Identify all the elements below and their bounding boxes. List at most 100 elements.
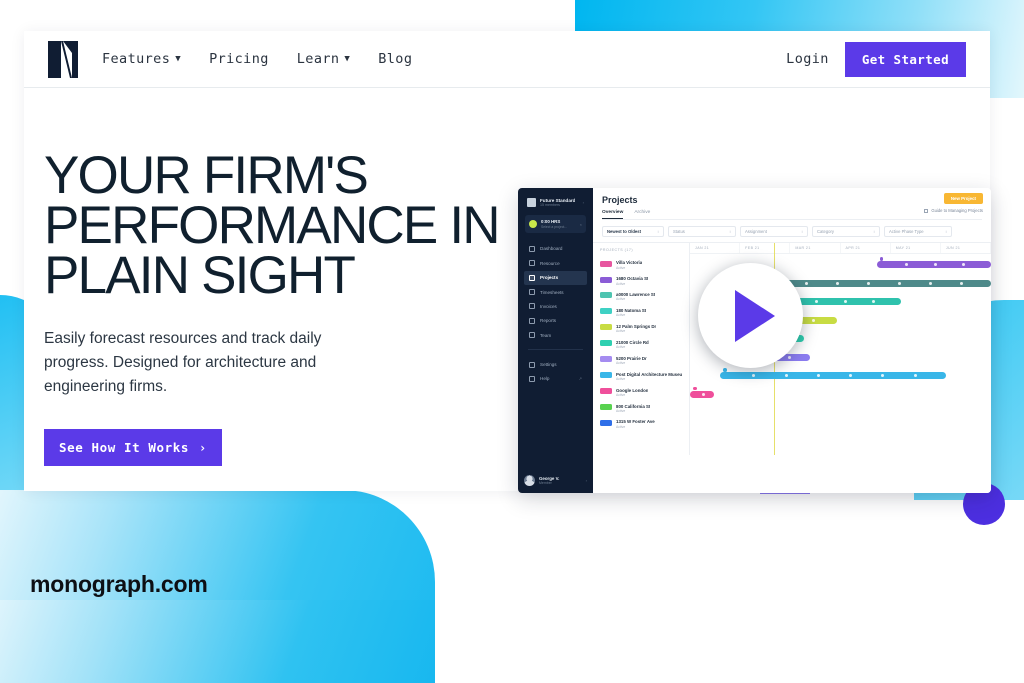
project-list-item[interactable]: 5200 Prairie Dr Active	[593, 353, 689, 369]
chevron-down-icon: ↕	[657, 229, 659, 234]
gantt-month-label: APR 21	[841, 243, 891, 253]
sidebar-item-projects[interactable]: Projects	[524, 270, 587, 285]
sidebar-item-help[interactable]: Help ↗	[524, 372, 587, 386]
project-color-swatch	[600, 324, 612, 331]
get-started-button[interactable]: Get Started	[844, 41, 966, 77]
bg-shape-bottom-fill	[0, 600, 435, 683]
timesheets-icon	[529, 289, 535, 296]
filter-assignment[interactable]: Assignment ↕	[740, 226, 808, 237]
sidebar-item-reports[interactable]: Reports	[524, 314, 587, 328]
book-icon	[924, 208, 929, 213]
sidebar-item-resource[interactable]: Resource	[524, 256, 587, 270]
gantt-bar[interactable]	[720, 372, 946, 379]
gantt-segment-dot	[788, 355, 792, 359]
project-list-item[interactable]: 1680 Octavia St Active	[593, 273, 689, 289]
sidebar-item-label: Invoices	[540, 303, 557, 309]
project-color-swatch	[600, 260, 612, 267]
project-color-swatch	[600, 276, 612, 283]
resource-icon	[529, 260, 535, 267]
filter-status[interactable]: Status ↕	[668, 226, 736, 237]
sidebar-item-label: Help	[540, 376, 550, 382]
gantt-milestone-dot	[693, 386, 697, 391]
chevron-right-icon: ›	[582, 200, 584, 206]
filter-sort-label: Newest to Oldest	[607, 229, 641, 234]
user-account-row[interactable]: George V. Member ›	[524, 475, 587, 486]
cta-label: See How It Works	[59, 440, 190, 456]
gantt-segment-dot	[849, 374, 853, 377]
sidebar-item-team[interactable]: Team	[524, 328, 587, 342]
project-list-item[interactable]: Post Digital Architecture Museum Active	[593, 369, 689, 385]
project-list-item[interactable]: 12 Palm Springs Dr Active	[593, 321, 689, 337]
team-icon	[529, 332, 535, 339]
gantt-segment-dot	[898, 281, 902, 285]
monograph-logo-icon[interactable]	[48, 40, 78, 78]
project-list-item[interactable]: a0000 Lawrence St Active	[593, 289, 689, 305]
gantt-month-label: MAR 21	[790, 243, 841, 253]
filter-active-phase-type[interactable]: Active Phase Type ↕	[884, 226, 952, 237]
timer-widget[interactable]: 0:00 HRS Select a project... ×	[525, 215, 586, 233]
project-color-swatch	[600, 419, 612, 426]
guide-link-label: Guide to Managing Projects	[931, 208, 983, 213]
project-list-item[interactable]: 1315 W Foster Ave Active	[593, 416, 689, 432]
gantt-segment-dot	[814, 300, 818, 303]
filter-sort[interactable]: Newest to Oldest ↕	[602, 226, 664, 237]
gantt-segment-dot	[843, 300, 847, 303]
project-list-item[interactable]: 180 Natoma St Active	[593, 305, 689, 321]
project-list-item[interactable]: 800 California St Active	[593, 400, 689, 416]
gantt-month-label: JUN 21	[941, 243, 991, 253]
nav-actions: Login Get Started	[786, 41, 966, 77]
user-role: Member	[539, 481, 552, 486]
project-color-swatch	[600, 308, 612, 315]
gantt-segment-dot	[811, 318, 815, 322]
sidebar-item-invoices[interactable]: Invoices	[524, 299, 587, 313]
play-video-button[interactable]	[698, 263, 803, 368]
projects-gantt-area: PROJECTS (17) Villa Victoria Active 1680 O…	[593, 242, 991, 455]
gantt-bar[interactable]	[774, 279, 991, 287]
nav-item-features[interactable]: Features ▼	[102, 51, 181, 67]
guide-link[interactable]: Guide to Managing Projects	[924, 208, 983, 213]
project-list-item[interactable]: Google London Active	[593, 385, 689, 401]
close-icon[interactable]: ×	[580, 222, 582, 227]
page-title: YOUR FIRM'S PERFORMANCE IN PLAIN SIGHT	[44, 146, 501, 305]
gantt-segment-dot	[752, 374, 756, 377]
timer-subtext: Select a project...	[541, 224, 568, 229]
new-project-button[interactable]: New Project	[943, 193, 983, 204]
gantt-bar[interactable]	[786, 298, 901, 305]
filter-category[interactable]: Category ↕	[812, 226, 880, 237]
project-list-item[interactable]: Villa Victoria Active	[593, 257, 689, 273]
nav-item-blog-label: Blog	[378, 51, 413, 67]
gantt-segment-dot	[805, 281, 809, 285]
tab-archive[interactable]: Archive	[634, 210, 650, 219]
gantt-segment-dot	[836, 281, 840, 285]
filter-assignment-label: Assignment	[745, 229, 767, 234]
chevron-down-icon: ↕	[729, 229, 731, 234]
gantt-segment-dot	[872, 300, 876, 303]
gantt-bar[interactable]	[690, 390, 715, 398]
gantt-segment-dot	[960, 281, 964, 285]
tab-overview[interactable]: Overview	[602, 210, 624, 219]
login-link[interactable]: Login	[786, 51, 829, 67]
reports-icon	[529, 317, 535, 324]
org-members: 15 members	[540, 203, 560, 208]
project-color-swatch	[600, 292, 612, 299]
help-icon	[529, 375, 535, 382]
gantt-row	[690, 386, 991, 406]
nav-item-blog[interactable]: Blog	[378, 51, 412, 67]
nav-item-learn[interactable]: Learn ▼	[297, 51, 350, 67]
sidebar-item-dashboard[interactable]: Dashboard	[524, 242, 587, 256]
projects-column-header: PROJECTS (17)	[600, 248, 634, 252]
sidebar-item-label: Team	[540, 332, 552, 338]
project-status: Active	[616, 361, 626, 366]
sidebar-item-label: Resource	[540, 260, 560, 266]
gantt-bar[interactable]	[876, 261, 991, 268]
sidebar-item-timesheets[interactable]: Timesheets	[524, 285, 587, 299]
dashboard-icon	[529, 245, 535, 252]
sidebar-item-settings[interactable]: Settings	[524, 357, 587, 371]
sidebar-item-label: Settings	[540, 362, 557, 368]
project-status: Active	[616, 345, 626, 350]
org-icon	[527, 198, 536, 208]
project-list-item[interactable]: 21000 Circle Rd Active	[593, 337, 689, 353]
org-switcher[interactable]: Future Standard 15 members ›	[524, 194, 587, 211]
nav-item-pricing[interactable]: Pricing	[209, 51, 269, 67]
see-how-it-works-button[interactable]: See How It Works ›	[44, 429, 222, 467]
